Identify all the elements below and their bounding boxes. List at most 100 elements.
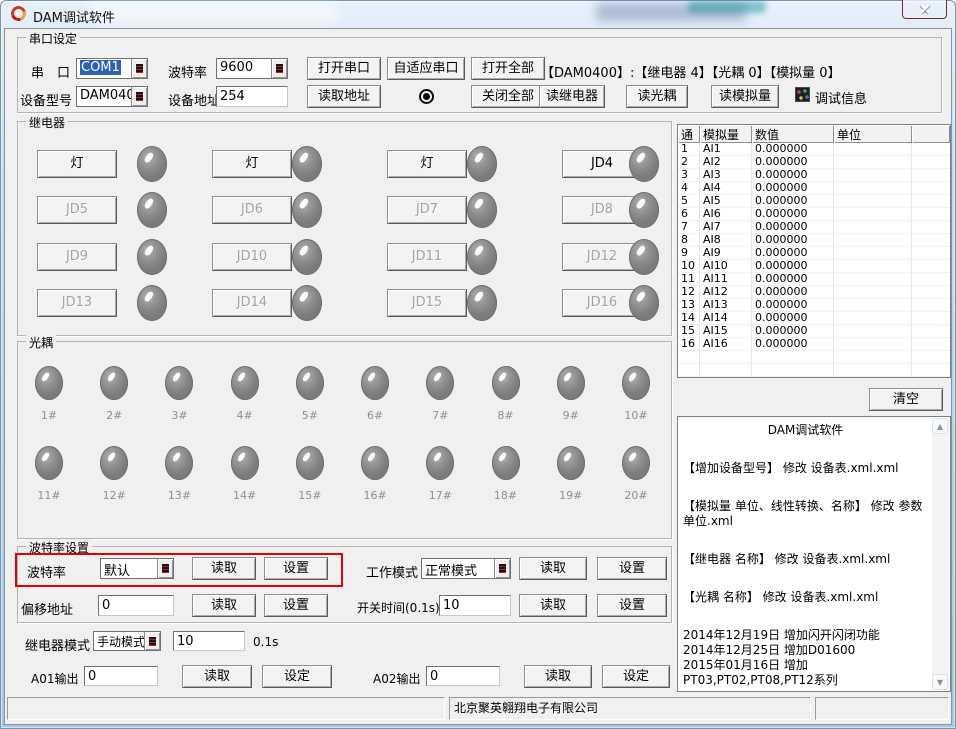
relay-button-1[interactable]: 灯 [37,150,117,178]
scroll-up-icon[interactable]: ▲ [932,418,948,434]
a01-output-input[interactable] [84,666,158,686]
table-row[interactable]: 7AI70.000000 [678,221,950,234]
relay-led-8 [629,192,659,228]
offset-addr-label: 偏移地址 [21,599,73,618]
combo-dropdown-button[interactable] [131,59,147,78]
baud-read-button[interactable]: 读取 [192,557,256,580]
offset-read-button[interactable]: 读取 [192,594,256,617]
a02-output-input[interactable] [426,666,500,686]
a01-read-button[interactable]: 读取 [182,665,252,688]
combo-dropdown-button[interactable] [157,559,173,578]
baud-set-button[interactable]: 设置 [264,557,328,580]
relay-button-3[interactable]: 灯 [387,150,467,178]
relay-button-10[interactable]: JD10 [212,243,292,271]
combo-dropdown-button[interactable] [271,59,287,78]
relay-button-7[interactable]: JD7 [387,196,467,224]
table-cell [834,273,912,286]
adaptive-serial-button[interactable]: 自适应串口 [387,57,465,80]
close-all-button[interactable]: 关闭全部 [471,85,545,108]
relay-button-9[interactable]: JD9 [37,243,117,271]
relay-button-5[interactable]: JD5 [37,196,117,224]
table-cell [912,260,950,273]
baud-setting-label: 波特率 [27,562,66,581]
table-header-cell: 数值 [752,125,834,143]
table-cell: AI4 [700,182,752,195]
table-row[interactable]: 4AI40.000000 [678,182,950,195]
table-cell [834,156,912,169]
relay-button-13[interactable]: JD13 [37,289,117,317]
relay-mode-time-input[interactable] [173,631,245,651]
open-all-button[interactable]: 打开全部 [471,57,545,80]
table-cell [834,234,912,247]
relay-button-6[interactable]: JD6 [212,196,292,224]
scrollbar[interactable]: ▲ ▼ [932,418,949,690]
table-cell: 0.000000 [752,325,834,338]
table-row[interactable]: 11AI110.000000 [678,273,950,286]
combo-dropdown-button[interactable] [131,87,147,106]
table-row[interactable]: 16AI160.000000 [678,338,950,351]
table-row[interactable] [678,351,950,364]
relay-mode-select[interactable]: 手动模式 [93,631,161,651]
read-opto-button[interactable]: 读光耦 [626,85,688,108]
table-cell: AI2 [700,156,752,169]
table-row[interactable]: 9AI90.000000 [678,247,950,260]
table-row[interactable]: 3AI30.000000 [678,169,950,182]
combo-dropdown-button[interactable] [494,559,510,578]
read-addr-button[interactable]: 读取地址 [307,85,381,108]
close-button[interactable] [902,0,947,19]
table-row[interactable]: 10AI100.000000 [678,260,950,273]
table-row[interactable] [678,364,950,377]
work-mode-select[interactable]: 正常模式 [421,558,511,579]
table-cell [912,169,950,182]
opto-channel-9: 9# [554,366,588,422]
table-row[interactable]: 1AI10.000000 [678,143,950,156]
offset-addr-input[interactable] [98,595,174,616]
opto-channel-7: 7# [423,366,457,422]
table-cell [912,325,950,338]
table-cell [912,221,950,234]
table-cell: AI5 [700,195,752,208]
relay-button-15[interactable]: JD15 [387,289,467,317]
combo-dropdown-button[interactable] [144,632,160,650]
dropdown-icon [162,564,169,573]
work-mode-set-button[interactable]: 设置 [597,557,667,580]
table-row[interactable]: 12AI120.000000 [678,286,950,299]
com-port-select[interactable]: COM1 [76,58,148,79]
switch-time-input[interactable] [439,595,511,616]
baud-setting-select[interactable]: 默认 [100,558,174,579]
opto-channel-15: 15# [293,446,327,502]
table-cell: AI12 [700,286,752,299]
table-row[interactable]: 2AI20.000000 [678,156,950,169]
table-cell [912,156,950,169]
device-addr-input[interactable] [216,86,288,107]
switch-time-set-button[interactable]: 设置 [597,594,667,617]
table-row[interactable]: 15AI150.000000 [678,325,950,338]
a01-set-button[interactable]: 设定 [262,665,332,688]
analog-table: 通模拟量数值单位 1AI10.0000002AI20.0000003AI30.0… [677,124,951,378]
a02-read-button[interactable]: 读取 [524,665,592,688]
a02-set-button[interactable]: 设定 [602,665,670,688]
relay-button-2[interactable]: 灯 [212,150,292,178]
read-analog-button[interactable]: 读模拟量 [711,85,779,108]
opto-led-label: 6# [367,409,383,422]
table-row[interactable]: 5AI50.000000 [678,195,950,208]
relay-button-11[interactable]: JD11 [387,243,467,271]
table-row[interactable]: 8AI80.000000 [678,234,950,247]
read-relay-button[interactable]: 读继电器 [539,85,605,108]
switch-time-read-button[interactable]: 读取 [519,594,587,617]
table-cell: AI7 [700,221,752,234]
table-row[interactable]: 14AI140.000000 [678,312,950,325]
offset-set-button[interactable]: 设置 [264,594,328,617]
device-model-select[interactable]: DAM0400 [76,86,148,107]
opto-led-5 [296,366,324,400]
work-mode-read-button[interactable]: 读取 [519,557,587,580]
open-serial-button[interactable]: 打开串口 [307,57,381,80]
com-port-value: COM1 [80,60,121,75]
table-row[interactable]: 6AI60.000000 [678,208,950,221]
baud-select[interactable]: 9600 [216,58,288,79]
scroll-down-icon[interactable]: ▼ [932,674,948,690]
opto-led-8 [492,366,520,400]
table-row[interactable]: 13AI130.000000 [678,299,950,312]
clear-button[interactable]: 清空 [869,388,943,411]
relay-button-14[interactable]: JD14 [212,289,292,317]
